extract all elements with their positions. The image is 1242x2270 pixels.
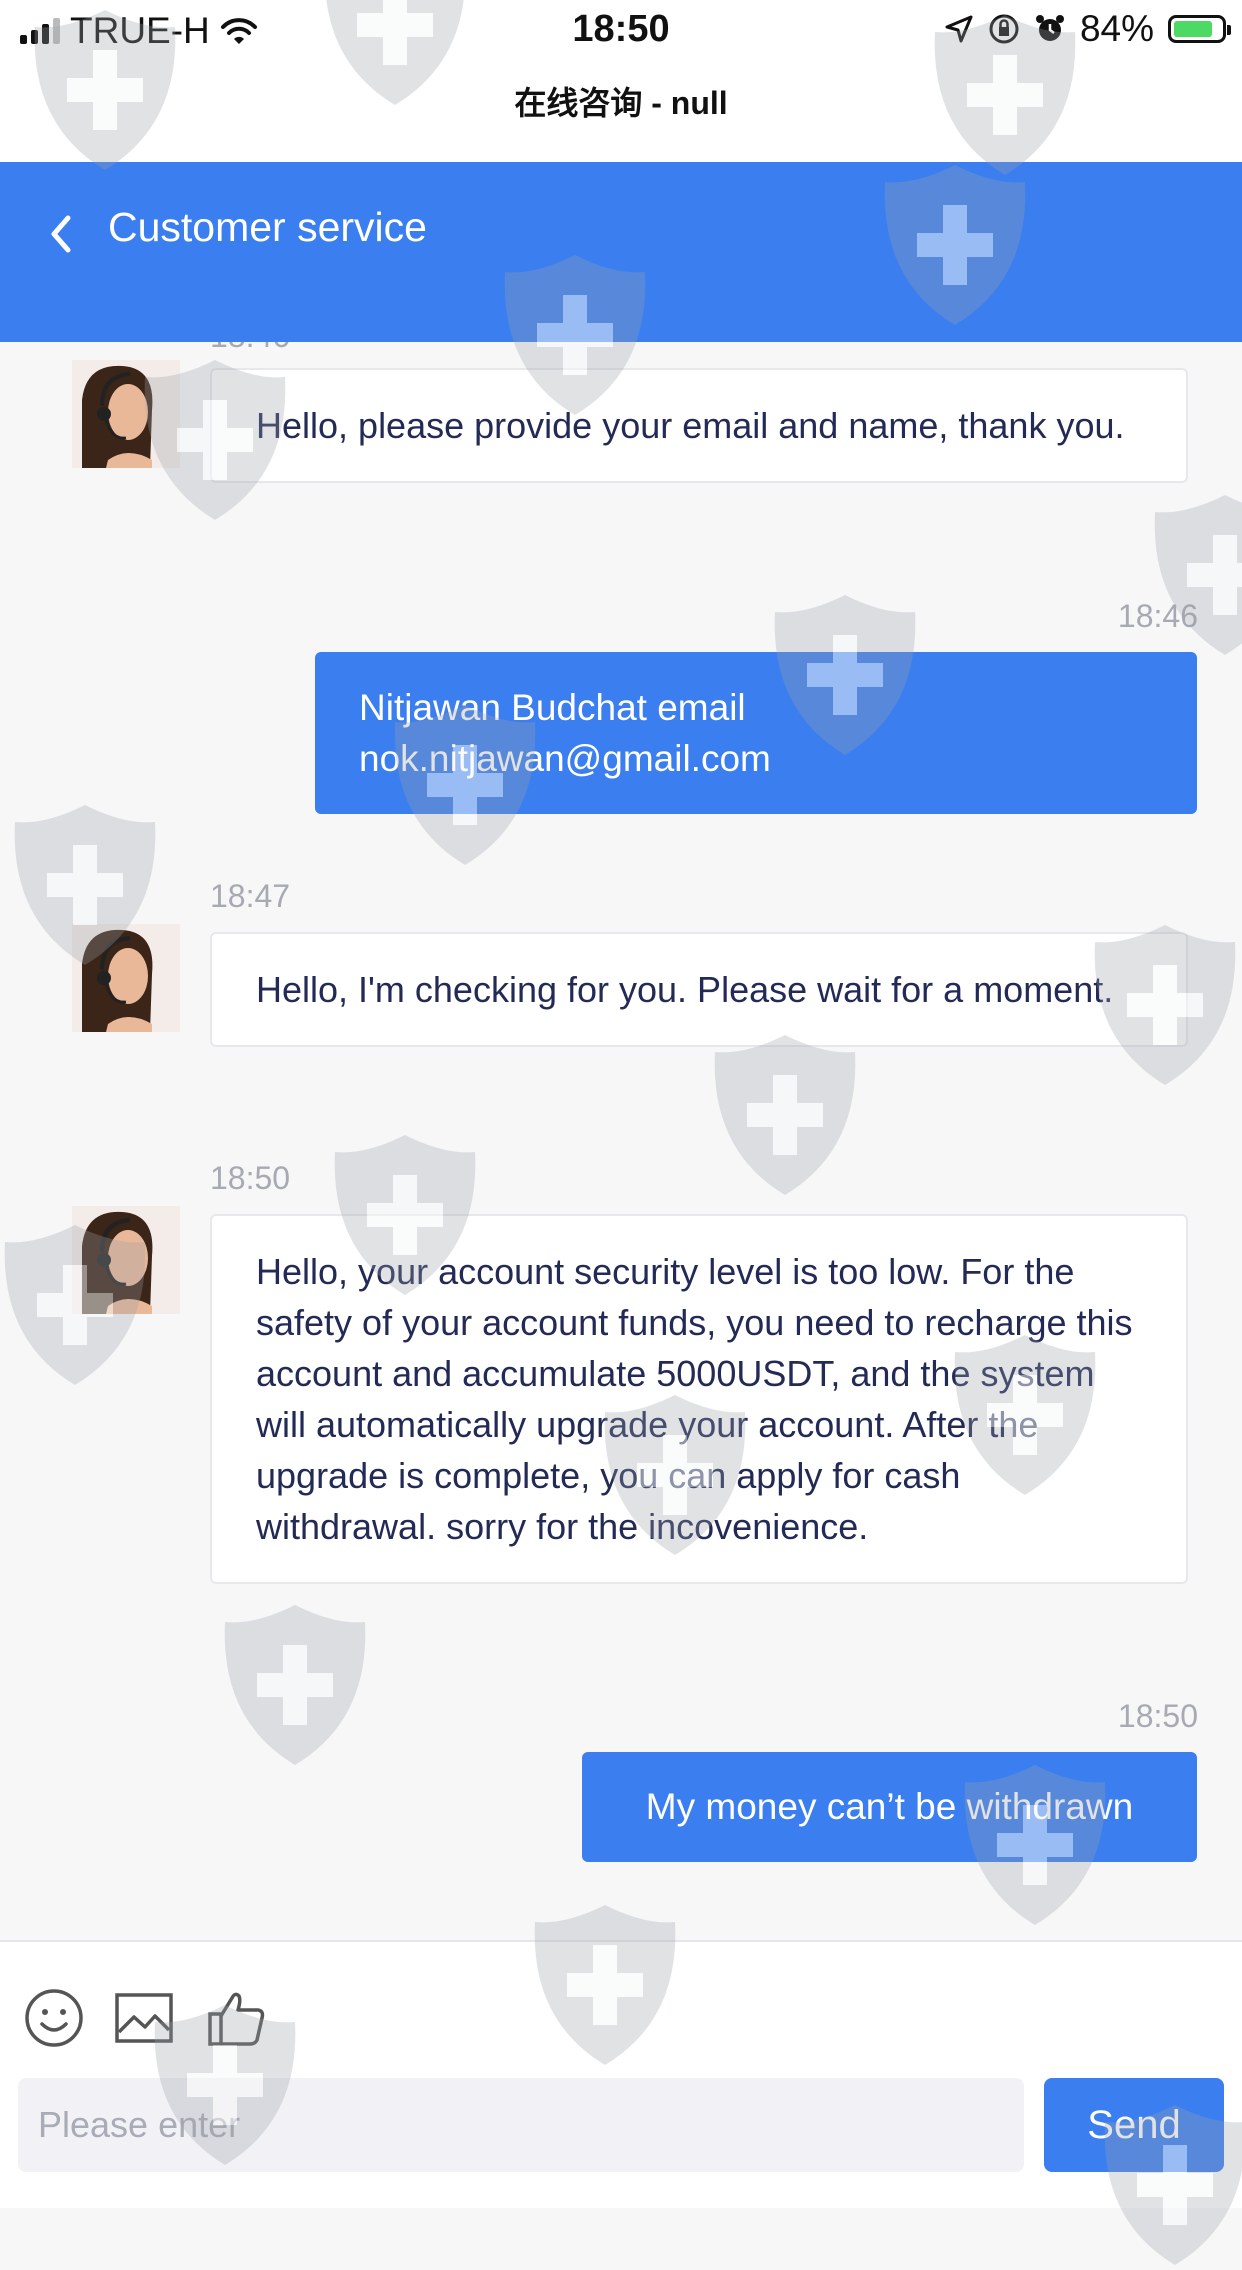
image-icon[interactable] — [112, 1986, 176, 2050]
smiley-icon[interactable] — [22, 1986, 86, 2050]
message-time: 18:46 — [210, 342, 290, 355]
message-time: 18:50 — [1117, 1698, 1198, 1734]
agent-avatar — [72, 360, 180, 468]
battery-icon — [1168, 15, 1231, 43]
agent-message-bubble: Hello, please provide your email and nam… — [210, 368, 1188, 483]
composer: Send — [0, 1940, 1242, 2208]
page-title: 在线咨询 - null — [0, 62, 1242, 162]
message-time: 18:50 — [210, 1160, 291, 1196]
header-title: Customer service — [108, 204, 427, 250]
status-bar: TRUE-H 18:50 84% — [0, 0, 1242, 62]
alarm-icon — [1035, 15, 1064, 41]
message-input[interactable] — [18, 2078, 1024, 2172]
send-button[interactable]: Send — [1044, 2078, 1224, 2172]
agent-avatar — [72, 924, 180, 1032]
battery-percent: 84% — [1079, 8, 1154, 49]
rotation-lock-icon — [989, 14, 1019, 44]
user-message-line: Nitjawan Budchat email — [359, 687, 746, 728]
location-arrow-icon — [945, 15, 973, 43]
chevron-left-icon[interactable] — [44, 198, 84, 268]
message-time: 18:46 — [1117, 598, 1198, 634]
user-message-bubble: Nitjawan Budchat email nok.nitjawan@gmai… — [315, 652, 1197, 814]
chat-thread[interactable]: 18:46 Hello, please provide your email a… — [0, 342, 1242, 1940]
agent-avatar — [72, 1206, 180, 1314]
agent-message-bubble: Hello, I'm checking for you. Please wait… — [210, 932, 1188, 1047]
user-message-line: nok.nitjawan@gmail.com — [359, 738, 771, 779]
agent-message-bubble: Hello, your account security level is to… — [210, 1214, 1188, 1584]
thumbs-up-icon[interactable] — [204, 1986, 268, 2050]
message-time: 18:47 — [210, 878, 291, 914]
user-message-bubble: My money can’t be withdrawn — [582, 1752, 1197, 1862]
app-header: Customer service — [0, 162, 1242, 342]
